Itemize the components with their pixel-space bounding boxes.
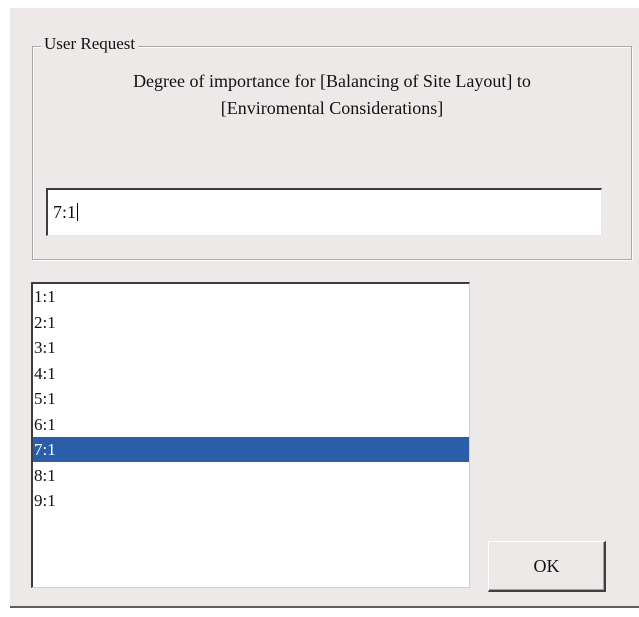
list-item[interactable]: 3:1 [33, 335, 469, 360]
ratio-listbox[interactable]: 1:1 2:1 3:1 4:1 5:1 6:1 7:1 8:1 9:1 [31, 282, 470, 588]
list-item[interactable]: 8:1 [33, 463, 469, 488]
ok-button[interactable]: OK [488, 541, 606, 592]
list-item[interactable]: 6:1 [33, 412, 469, 437]
list-item[interactable]: 7:1 [33, 437, 469, 462]
user-request-dialog: User Request Degree of importance for [B… [10, 8, 639, 608]
prompt-line-2: [Enviromental Considerations] [220, 98, 444, 118]
list-item[interactable]: 1:1 [33, 284, 469, 309]
list-item[interactable]: 2:1 [33, 310, 469, 335]
list-item[interactable]: 9:1 [33, 488, 469, 513]
group-label: User Request [41, 34, 139, 54]
answer-value-wrap: 7:1 [53, 201, 79, 223]
answer-input[interactable]: 7:1 [46, 188, 602, 236]
answer-value: 7:1 [53, 202, 77, 222]
list-item[interactable]: 5:1 [33, 386, 469, 411]
text-caret [77, 203, 79, 221]
list-item[interactable]: 4:1 [33, 361, 469, 386]
prompt-line-1: Degree of importance for [Balancing of S… [133, 71, 531, 91]
prompt-text: Degree of importance for [Balancing of S… [32, 68, 632, 122]
